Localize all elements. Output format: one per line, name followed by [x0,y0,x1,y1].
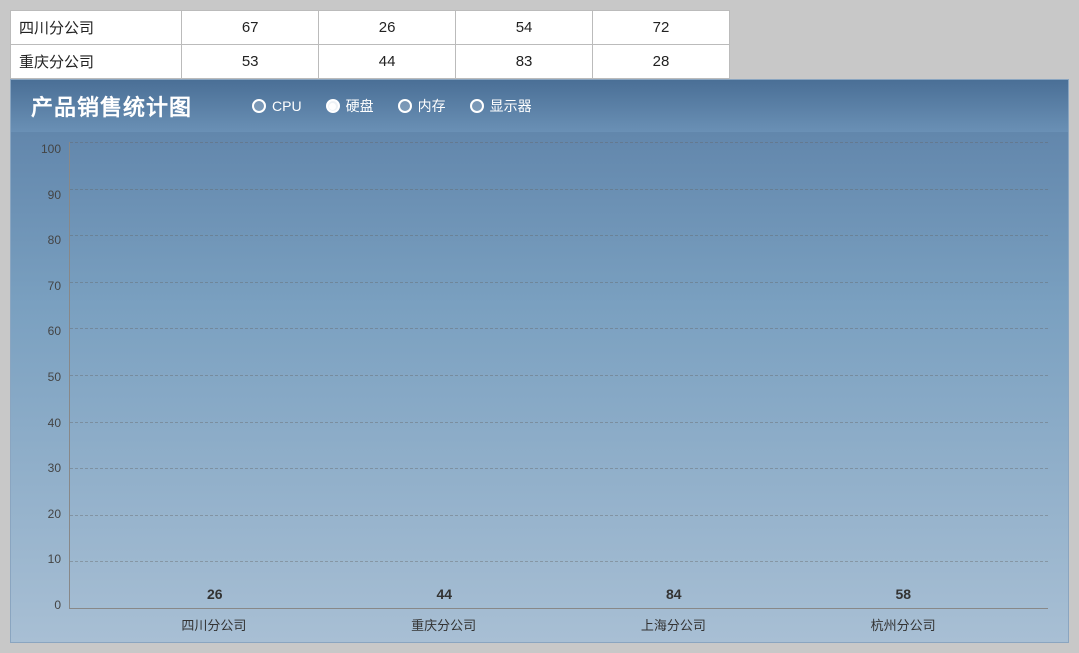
radio-memory[interactable] [398,99,412,113]
grid-line [70,142,1048,143]
bar-group: 84 [639,586,709,608]
table-cell: 28 [593,45,730,79]
y-axis-label: 10 [48,552,61,566]
table-cell: 26 [319,11,456,45]
y-axis-label: 80 [48,233,61,247]
grid-line [70,515,1048,516]
grid-line [70,468,1048,469]
y-axis-label: 60 [48,324,61,338]
y-axis-label: 30 [48,461,61,475]
chart-plot: 26 44 84 58 四川分公司 重庆分公司 上海分公司 杭州分公司 [69,142,1048,642]
chart-body: 1009080706050403020100 26448458 四川分公司重庆分… [11,132,1068,642]
grid-line [70,189,1048,190]
bar-group: 58 [868,586,938,608]
y-axis-label: 50 [48,370,61,384]
grid-line [70,375,1048,376]
y-axis-label: 20 [48,507,61,521]
y-axis-label: 70 [48,279,61,293]
x-axis-label: 四川分公司 [179,615,249,634]
y-axis-label: 0 [54,598,61,612]
radio-harddisk[interactable] [326,99,340,113]
bar-group: 44 [409,586,479,608]
legend-label-monitor: 显示器 [490,96,532,116]
table-cell: 重庆分公司 [11,45,182,79]
table-cell: 67 [182,11,319,45]
table-row: 重庆分公司53448328 [11,45,730,79]
grid-line [70,235,1048,236]
table-cell: 83 [456,45,593,79]
table-cell: 72 [593,11,730,45]
chart-title: 产品销售统计图 [31,90,192,122]
chart-container: 产品销售统计图 CPU硬盘内存显示器 100908070605040302010… [10,79,1069,643]
legend-label-harddisk: 硬盘 [346,96,374,116]
x-axis-label: 杭州分公司 [868,615,938,634]
x-labels: 四川分公司 重庆分公司 上海分公司 杭州分公司 [69,609,1048,642]
chart-header: 产品销售统计图 CPU 硬盘 内存 显示器 [11,80,1068,132]
data-table: 四川分公司67265472重庆分公司53448328 [10,10,730,79]
legend-item-cpu[interactable]: CPU [252,98,302,114]
legend-item-memory[interactable]: 内存 [398,96,446,116]
grid-lines: 26 44 84 58 [69,142,1048,609]
bar-value-label: 44 [436,586,452,602]
table-cell: 53 [182,45,319,79]
grid-line [70,282,1048,283]
x-axis-label: 上海分公司 [638,615,708,634]
grid-line [70,422,1048,423]
x-axis-label: 重庆分公司 [409,615,479,634]
y-axis-label: 100 [41,142,61,156]
legend-label-memory: 内存 [418,96,446,116]
table-cell: 44 [319,45,456,79]
legend-label-cpu: CPU [272,98,302,114]
bar-value-label: 26 [207,586,223,602]
bar-value-label: 58 [895,586,911,602]
radio-cpu[interactable] [252,99,266,113]
radio-monitor[interactable] [470,99,484,113]
grid-line [70,328,1048,329]
table-cell: 54 [456,11,593,45]
y-axis-label: 40 [48,416,61,430]
legend-items: CPU 硬盘 内存 显示器 [252,96,532,116]
y-axis: 1009080706050403020100 [31,142,69,642]
legend-item-harddisk[interactable]: 硬盘 [326,96,374,116]
grid-line [70,561,1048,562]
table-row: 四川分公司67265472 [11,11,730,45]
bar-group: 26 [180,586,250,608]
y-axis-label: 90 [48,188,61,202]
bar-value-label: 84 [666,586,682,602]
table-cell: 四川分公司 [11,11,182,45]
legend-item-monitor[interactable]: 显示器 [470,96,532,116]
